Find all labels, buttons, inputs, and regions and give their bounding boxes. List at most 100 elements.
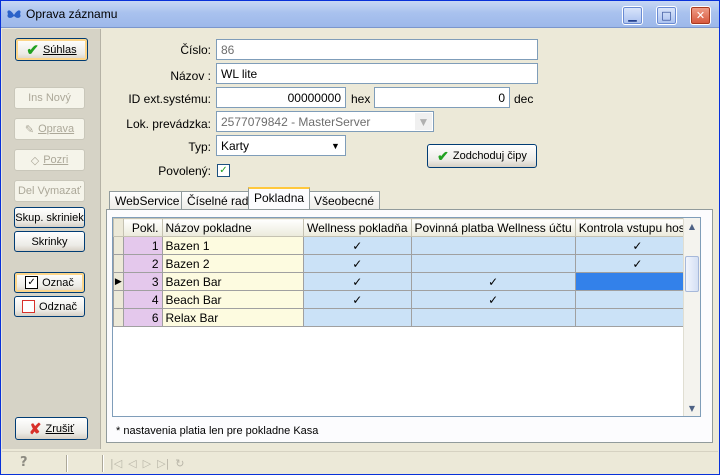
tab-webservice[interactable]: WebService <box>109 191 186 210</box>
pokl-cell[interactable]: 2 <box>122 254 163 273</box>
maximize-icon: □ <box>661 9 672 22</box>
pokl-cell[interactable]: 3 <box>122 272 163 291</box>
wellness-cell[interactable]: ✓ <box>303 290 412 309</box>
table-row[interactable]: 4 Beach Bar ✓ ✓ <box>113 290 700 309</box>
odznac-label: Odznač <box>39 300 77 313</box>
pokl-cell[interactable]: 6 <box>122 308 163 327</box>
lok-prevadzka-value: 2577079842 - MasterServer <box>221 115 371 129</box>
table-row[interactable]: 2 Bazen 2 ✓ ✓ <box>113 254 700 273</box>
zrusit-label: Zrušiť <box>45 422 75 435</box>
povinna-cell[interactable]: ✓ <box>410 272 576 291</box>
cislo-label: Číslo: <box>180 43 211 57</box>
edit-icon: ✎ <box>24 123 35 136</box>
kontrola-cell[interactable]: ✓ <box>574 236 700 255</box>
nazov-cell[interactable]: Bazen 1 <box>161 236 304 255</box>
col-header-nazov[interactable]: Názov pokladne <box>161 218 304 237</box>
skup-skriniek-label: Skup. skriniek <box>15 211 84 224</box>
table-row[interactable]: ▶ 3 Bazen Bar ✓ ✓ <box>113 272 700 291</box>
pokl-cell[interactable]: 1 <box>122 236 163 255</box>
skrinky-button[interactable]: Skrinky <box>14 231 85 252</box>
refresh-icon[interactable]: ↻ <box>175 457 184 470</box>
status-bar: ? |◁ ◁ ▷ ▷| ↻ <box>2 451 718 474</box>
last-record-icon[interactable]: ▷| <box>157 457 169 470</box>
kontrola-cell[interactable] <box>574 308 700 327</box>
nazov-cell[interactable]: Bazen 2 <box>161 254 304 273</box>
chevron-down-icon[interactable]: ▼ <box>415 113 432 130</box>
zrusit-button[interactable]: ✘ Zrušiť <box>15 417 88 440</box>
minimize-icon: ▁ <box>628 9 637 22</box>
help-question-icon[interactable]: ? <box>20 455 28 470</box>
skup-skriniek-button[interactable]: Skup. skriniek <box>14 207 85 228</box>
tab-vseobecne[interactable]: Všeobecné <box>308 191 381 210</box>
nazov-cell[interactable]: Relax Bar <box>161 308 304 327</box>
povinna-cell[interactable] <box>410 308 576 327</box>
wellness-cell[interactable]: ✓ <box>303 254 412 273</box>
prev-record-icon[interactable]: ◁ <box>128 457 136 470</box>
suhlas-label: Súhlas <box>42 43 77 56</box>
nazov-cell[interactable]: Bazen Bar <box>161 272 304 291</box>
hex-field[interactable]: 00000000 <box>216 87 346 108</box>
status-separator <box>66 455 68 472</box>
col-header-povinna[interactable]: Povinná platba Wellness účtu <box>410 218 576 237</box>
checkmark-icon: ✔ <box>26 41 39 59</box>
grid-vertical-scrollbar[interactable]: ▲ ▼ <box>683 218 700 416</box>
dec-field[interactable]: 0 <box>374 87 510 108</box>
nazov-cell[interactable]: Beach Bar <box>161 290 304 309</box>
scroll-up-icon[interactable]: ▲ <box>684 218 700 234</box>
minimize-button[interactable]: ▁ <box>622 6 643 25</box>
kontrola-cell[interactable] <box>574 290 700 309</box>
povinna-cell[interactable]: ✓ <box>410 290 576 309</box>
col-header-wellness[interactable]: Wellness pokladňa <box>303 218 412 237</box>
nazov-field[interactable]: WL lite <box>216 63 538 84</box>
kontrola-cell-selected[interactable] <box>574 272 700 291</box>
nazov-label: Názov : <box>170 69 211 83</box>
current-row-arrow-icon: ▶ <box>113 272 124 291</box>
col-header-kontrola[interactable]: Kontrola vstupu hosťa <box>574 218 700 237</box>
maximize-button[interactable]: □ <box>656 6 677 25</box>
povoleny-checkbox[interactable]: ✓ <box>217 164 230 177</box>
pokladne-grid[interactable]: Pokl. Názov pokladne Wellness pokladňa P… <box>112 217 701 417</box>
tab-pokladna[interactable]: Pokladna <box>248 187 311 209</box>
close-button[interactable]: ✕ <box>690 6 711 25</box>
row-indicator <box>113 308 124 327</box>
double-checkmark-icon: ✔ <box>437 147 449 164</box>
typ-label: Typ: <box>188 140 211 154</box>
col-header-pokl[interactable]: Pokl. <box>122 218 163 237</box>
cislo-field[interactable]: 86 <box>216 39 538 60</box>
next-record-icon[interactable]: ▷ <box>143 457 151 470</box>
povinna-cell[interactable] <box>410 236 576 255</box>
wellness-cell[interactable]: ✓ <box>303 236 412 255</box>
kontrola-cell[interactable]: ✓ <box>574 254 700 273</box>
table-row[interactable]: 6 Relax Bar <box>113 308 700 327</box>
lok-prevadzka-combo[interactable]: 2577079842 - MasterServer ▼ <box>216 111 434 132</box>
typ-combo[interactable]: Karty ▼ <box>216 135 346 156</box>
oprava-label: Oprava <box>38 123 75 135</box>
first-record-icon[interactable]: |◁ <box>110 457 122 470</box>
pozri-button[interactable]: ◇ Pozri <box>14 149 85 171</box>
ins-novy-button[interactable]: Ins Nový <box>14 87 85 109</box>
row-indicator <box>113 254 124 273</box>
pozri-label: Pozri <box>43 154 69 166</box>
table-row[interactable]: 1 Bazen 1 ✓ ✓ <box>113 236 700 255</box>
id-ext-label: ID ext.systému: <box>128 92 211 106</box>
del-vymazat-button[interactable]: Del Vymazať <box>14 180 85 202</box>
title-bar[interactable]: Oprava záznamu ▁ □ ✕ <box>1 1 719 28</box>
zodchoduj-cipy-button[interactable]: ✔ Zodchoduj čipy <box>427 144 537 168</box>
wellness-cell[interactable]: ✓ <box>303 272 412 291</box>
odznac-button[interactable]: Odznač <box>14 296 85 317</box>
suhlas-button[interactable]: ✔ Súhlas <box>15 38 88 61</box>
chevron-down-icon[interactable]: ▼ <box>327 137 344 154</box>
wellness-cell[interactable] <box>303 308 412 327</box>
status-separator <box>102 455 104 472</box>
oznac-button[interactable]: ✓ Označ <box>14 272 85 293</box>
povinna-cell[interactable] <box>410 254 576 273</box>
ins-novy-label: Ins Nový <box>28 92 71 104</box>
lok-prevadzka-label: Lok. prevádzka: <box>126 117 211 131</box>
eraser-icon: ◇ <box>30 154 40 167</box>
scroll-down-icon[interactable]: ▼ <box>684 400 700 416</box>
row-indicator-header <box>113 218 124 237</box>
scroll-thumb[interactable] <box>685 256 699 292</box>
window-title: Oprava záznamu <box>26 7 118 21</box>
oprava-button[interactable]: ✎ Oprava <box>14 118 85 140</box>
pokl-cell[interactable]: 4 <box>122 290 163 309</box>
